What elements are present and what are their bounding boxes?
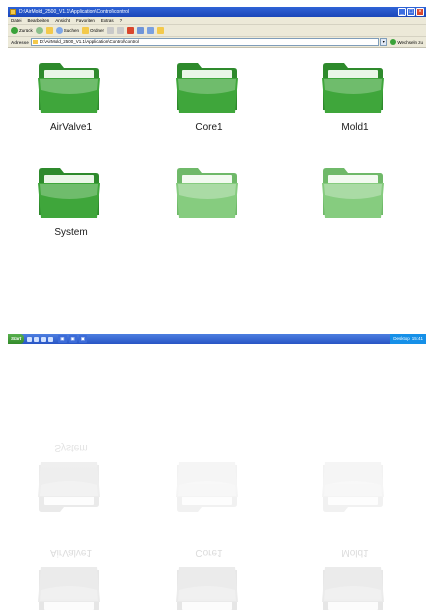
toolbar: Zurück Suchen Ordner <box>8 25 426 37</box>
menu-tools[interactable]: Extras <box>101 17 114 24</box>
folder-item-core1[interactable]: Core1 <box>164 60 254 140</box>
menu-favorites[interactable]: Favoriten <box>76 17 95 24</box>
quick-launch-icon[interactable] <box>34 336 40 342</box>
quick-launch <box>27 336 54 342</box>
search-button[interactable]: Suchen <box>55 27 80 34</box>
menu-view[interactable]: Ansicht <box>55 17 70 24</box>
back-arrow-icon <box>11 27 18 34</box>
search-label: Suchen <box>63 28 80 33</box>
maximize-button[interactable]: □ <box>407 8 415 16</box>
folder-item-empty-2[interactable] <box>310 165 400 245</box>
taskbar-window-button[interactable]: ▣ <box>58 335 67 343</box>
folder-icon <box>322 168 384 218</box>
undo-icon[interactable] <box>137 27 145 34</box>
delete-icon[interactable] <box>127 27 135 34</box>
go-label: Wechseln zu <box>397 39 423 45</box>
menu-edit[interactable]: Bearbeiten <box>28 17 50 24</box>
folders-label: Ordner <box>90 28 105 33</box>
reflection-fade <box>8 346 426 610</box>
taskbar-window-button[interactable]: ▣ <box>78 335 88 343</box>
desktop-toolbar-label[interactable]: Desktop <box>393 334 410 344</box>
folder-view: AirValve1 Core1 Mold1 System <box>8 50 426 334</box>
folder-icon <box>38 63 100 113</box>
window-title: D:\AirMold_2500_V1.1\Application\Control… <box>19 9 130 15</box>
folder-item-mold1[interactable]: Mold1 <box>310 60 400 140</box>
system-tray: Desktop 15:41 <box>390 334 426 344</box>
close-button[interactable]: × <box>416 8 424 16</box>
title-bar[interactable]: D:\AirMold_2500_V1.1\Application\Control… <box>8 7 426 17</box>
forward-button[interactable] <box>35 27 43 34</box>
folder-item-system[interactable]: System <box>26 165 116 245</box>
quick-launch-icon[interactable] <box>48 336 54 342</box>
taskbar: Start ▣ ▣ ▣ Desktop 15:41 <box>8 334 426 344</box>
folder-label: System <box>54 227 88 238</box>
quick-launch-icon[interactable] <box>27 336 33 342</box>
back-label: Zurück <box>19 28 33 33</box>
explorer-window: D:\AirMold_2500_V1.1\Application\Control… <box>8 7 426 342</box>
folder-icon <box>32 40 38 44</box>
go-button[interactable]: Wechseln zu <box>390 39 423 45</box>
folder-icon <box>176 168 238 218</box>
folder-icon <box>176 63 238 113</box>
quick-launch-icon[interactable] <box>41 336 47 342</box>
address-value: D:\AirMold_2500_V1.1\Application\Control… <box>39 39 139 44</box>
menu-file[interactable]: Datei <box>11 17 22 24</box>
window-reflection: AirValve1 Core1 Mold1 <box>8 346 426 610</box>
clock: 15:41 <box>411 336 423 341</box>
go-arrow-icon <box>390 39 397 45</box>
folder-options-icon[interactable] <box>157 27 165 34</box>
folder-item-airvalve1[interactable]: AirValve1 <box>26 60 116 140</box>
folder-icon <box>322 63 384 113</box>
folder-label: Core1 <box>195 122 223 133</box>
search-icon <box>55 27 63 34</box>
back-button[interactable]: Zurück <box>11 27 33 34</box>
menu-help[interactable]: ? <box>120 17 123 24</box>
address-dropdown-icon[interactable]: ▾ <box>380 38 388 46</box>
folder-item-empty-1[interactable] <box>164 165 254 245</box>
folder-label: Mold1 <box>341 122 369 133</box>
minimize-button[interactable]: _ <box>398 8 406 16</box>
start-button[interactable]: Start <box>8 334 25 344</box>
up-folder-icon[interactable] <box>45 27 53 34</box>
move-to-icon[interactable] <box>107 27 115 34</box>
taskbar-window-button[interactable]: ▣ <box>68 335 77 343</box>
folder-label: AirValve1 <box>49 122 93 133</box>
address-label: Adresse <box>11 39 29 45</box>
folder-icon <box>38 168 100 218</box>
menu-bar: Datei Bearbeiten Ansicht Favoriten Extra… <box>8 17 426 25</box>
address-input[interactable]: D:\AirMold_2500_V1.1\Application\Control… <box>30 38 380 46</box>
address-bar: Adresse D:\AirMold_2500_V1.1\Application… <box>8 37 426 48</box>
folders-icon <box>82 27 90 34</box>
views-icon[interactable] <box>147 27 155 34</box>
taskbar-buttons: ▣ ▣ ▣ <box>58 335 88 343</box>
folder-app-icon <box>10 9 16 15</box>
folders-button[interactable]: Ordner <box>82 27 104 34</box>
copy-to-icon[interactable] <box>117 27 125 34</box>
